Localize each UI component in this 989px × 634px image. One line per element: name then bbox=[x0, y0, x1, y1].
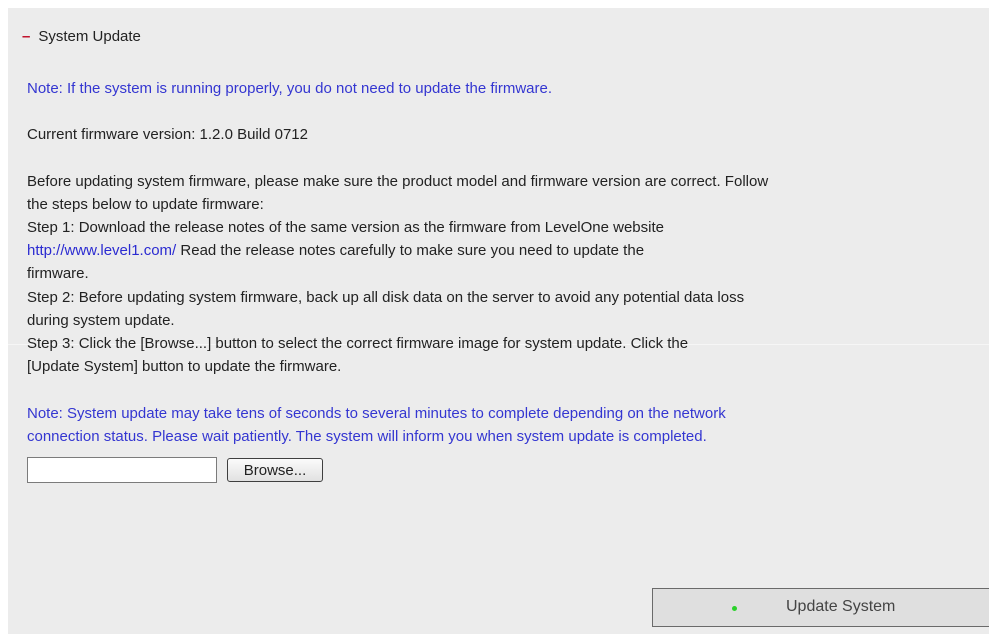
browse-button[interactable]: Browse... bbox=[227, 458, 323, 482]
collapse-icon[interactable]: – bbox=[22, 28, 30, 45]
section-header[interactable]: – System Update bbox=[22, 28, 141, 45]
system-update-panel: – System Update Note: If the system is ru… bbox=[8, 8, 989, 634]
update-system-button[interactable]: Update System bbox=[652, 588, 989, 627]
note-update-duration-line2: connection status. Please wait patiently… bbox=[27, 428, 707, 445]
step1-line1: Step 1: Download the release notes of th… bbox=[27, 219, 664, 236]
step1-line2: http://www.level1.com/ Read the release … bbox=[27, 239, 644, 262]
instructions-intro-line1: Before updating system firmware, please … bbox=[27, 173, 769, 190]
step2-line2: during system update. bbox=[27, 312, 175, 329]
step3-line2: [Update System] button to update the fir… bbox=[27, 358, 342, 375]
step2-line1: Step 2: Before updating system firmware,… bbox=[27, 289, 745, 306]
firmware-file-input[interactable] bbox=[27, 457, 217, 483]
instructions-intro-line2: the steps below to update firmware: bbox=[27, 196, 264, 213]
levelone-website-link[interactable]: http://www.level1.com/ bbox=[27, 242, 176, 259]
step3-line1: Step 3: Click the [Browse...] button to … bbox=[27, 335, 689, 352]
status-dot-icon bbox=[732, 606, 737, 611]
step1-line3: firmware. bbox=[27, 265, 89, 282]
section-title: System Update bbox=[38, 28, 141, 45]
update-system-label: Update System bbox=[786, 598, 896, 615]
note-update-duration-line1: Note: System update may take tens of sec… bbox=[27, 405, 726, 422]
note-no-update-needed: Note: If the system is running properly,… bbox=[27, 80, 553, 97]
current-firmware-version: Current firmware version: 1.2.0 Build 07… bbox=[27, 126, 308, 143]
step1-line2-text: Read the release notes carefully to make… bbox=[176, 242, 645, 259]
